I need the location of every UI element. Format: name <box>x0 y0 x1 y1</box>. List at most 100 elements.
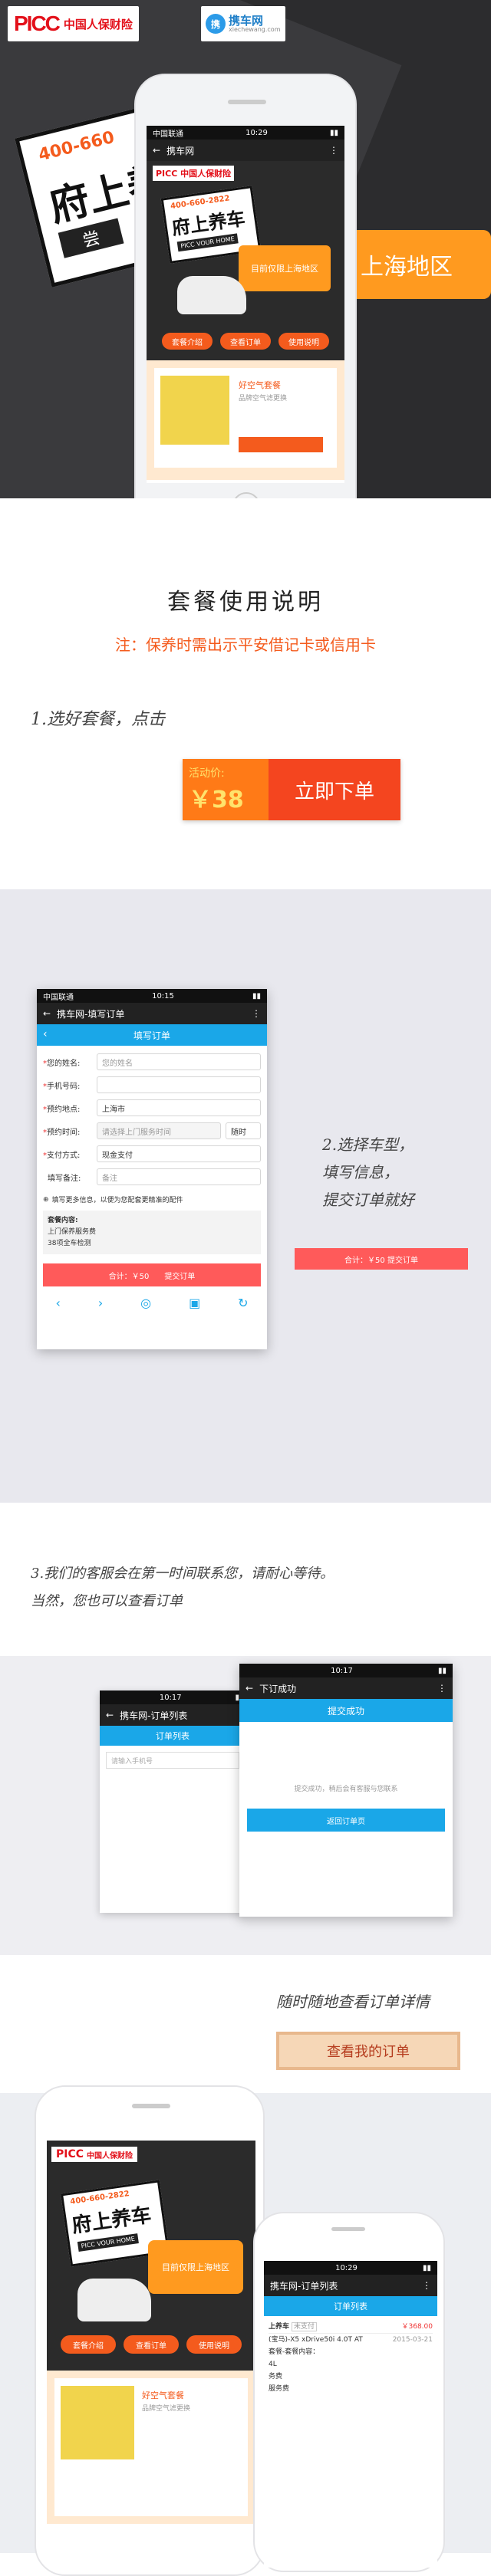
back-to-orders-button[interactable]: 返回订单页 <box>247 1809 445 1832</box>
browser-toolbar: ‹ › ◎ ▣ ↻ <box>37 1296 267 1310</box>
bookmark-icon[interactable]: ▣ <box>189 1296 200 1310</box>
package-contents-line1: 上门保养服务费 <box>48 1228 97 1236</box>
phone-search-input[interactable]: 请输入手机号 <box>106 1752 239 1769</box>
name-input[interactable]: 您的姓名 <box>97 1053 261 1070</box>
step1-order-bar[interactable]: 活动价: ￥38 立即下单 <box>183 759 400 820</box>
order-status-badge: 未支付 <box>291 2322 317 2331</box>
xiecheng-logo-text: 携车网 <box>229 13 264 28</box>
phone-a-title: 府上养车 <box>70 2203 153 2238</box>
phone-a-car-image <box>77 2279 151 2321</box>
nav-bar: ← 携车网 ⋮ <box>147 140 344 161</box>
form-row-location: *预约地点: 上海市 <box>37 1096 267 1119</box>
battery-icon: ▮▮ <box>252 991 261 1001</box>
step3-text: 3.我们的客服会在第一时间联系您，请耐心等待。 当然，您也可以查看订单 <box>31 1560 334 1615</box>
hero-region-text: 上海地区 <box>361 254 453 281</box>
order-price: ￥368.00 <box>401 2323 433 2331</box>
package-card[interactable]: 好空气套餐 品牌空气滤更换 <box>147 360 344 480</box>
nav-title: 下订成功 <box>259 1683 297 1694</box>
view-order-button[interactable]: 查看订单 <box>220 333 271 350</box>
back-chevron-icon[interactable]: ‹ <box>43 1028 48 1040</box>
phone-input[interactable] <box>97 1076 261 1093</box>
form-row-time: *预约时间: 请选择上门服务时间 随时 <box>37 1119 267 1142</box>
back-arrow-icon[interactable]: ← <box>246 1683 253 1694</box>
back-arrow-icon[interactable]: ← <box>43 1008 51 1019</box>
back-arrow-icon[interactable]: ← <box>153 145 160 156</box>
location-input[interactable]: 上海市 <box>97 1099 261 1116</box>
step2-side-text: 2.选择车型， 填写信息， 提交订单就好 <box>322 1131 414 1214</box>
phone-a-region: 目前仅限上海地区 <box>148 2240 243 2294</box>
xiecheng-logo-sub: xiechewang.com <box>229 25 281 33</box>
more-icon[interactable]: ⋮ <box>252 1008 261 1019</box>
note-text: 注：保养时需出示平安借记卡或信用卡 <box>115 636 376 654</box>
step3-text-line2: 当然，您也可以查看订单 <box>31 1593 183 1609</box>
package-title: 好空气套餐 <box>239 380 281 390</box>
phone-a-package-intro-button[interactable]: 套餐介绍 <box>61 2335 116 2354</box>
more-icon[interactable]: ⋮ <box>422 2280 431 2291</box>
submit-order-bar[interactable]: 合计：￥50 提交订单 <box>43 1263 261 1286</box>
phone-a-picc-logo: PICC 中国人保财险 <box>51 2147 138 2162</box>
status-bar: 10:17 ▮ <box>100 1691 246 1704</box>
package-image <box>160 376 229 445</box>
status-time: 10:29 <box>246 128 268 137</box>
time-select[interactable]: 随时 <box>226 1122 261 1139</box>
order-now-button[interactable]: 立即下单 <box>269 759 400 820</box>
form-row-payment: *支付方式: 现金支付 <box>37 1142 267 1165</box>
usage-guide-button[interactable]: 使用说明 <box>278 333 329 350</box>
submit-order-button[interactable]: 提交订单 <box>164 1270 195 1281</box>
battery-icon: ▮▮ <box>329 128 338 137</box>
price-value: ￥38 <box>189 787 244 813</box>
more-icon[interactable]: ⋮ <box>437 1683 447 1694</box>
phone-b-screen: 10:29 ▮▮ 携车网-订单列表 ⋮ 订单列表 上养车 未支付 ￥368.00 … <box>264 2261 437 2568</box>
package-contents-title: 套餐内容: <box>48 1217 78 1224</box>
home-button[interactable] <box>232 492 260 498</box>
phone-a-usage-guide-button[interactable]: 使用说明 <box>186 2335 242 2354</box>
xiecheng-badge-icon: 携 <box>206 14 226 34</box>
order-detail-line3: 务费 <box>269 2373 283 2380</box>
back-arrow-icon[interactable]: ← <box>106 1710 114 1720</box>
battery-icon: ▮▮ <box>437 1666 447 1675</box>
order-list-header: 订单列表 <box>100 1726 246 1746</box>
phone-a-package-image <box>61 2386 134 2459</box>
status-bar: 中国联通 10:15 ▮▮ <box>37 989 267 1003</box>
package-intro-button[interactable]: 套餐介绍 <box>162 333 213 350</box>
nav-bar: ← 携车网-订单列表 <box>100 1704 246 1726</box>
hero-banner: PICC 中国人保财险 携 携车网 xiechewang.com 400-660… <box>0 0 491 498</box>
payment-label: 支付方式: <box>47 1151 81 1160</box>
view-my-orders-button[interactable]: 查看我的订单 <box>276 2032 460 2070</box>
phone-a-package-sub: 品牌空气滤更换 <box>142 2405 191 2413</box>
price-label: 活动价: <box>189 767 225 780</box>
nav-title: 携车网-填写订单 <box>57 1008 125 1020</box>
step1-text: 1.选好套餐，点击 <box>31 710 165 729</box>
phone-a-view-order-button[interactable]: 查看订单 <box>124 2335 179 2354</box>
refresh-icon[interactable]: ↻ <box>238 1296 248 1310</box>
status-bar: 10:17 ▮▮ <box>239 1664 453 1677</box>
package-contents: 套餐内容: 上门保养服务费 38项全车检测 <box>43 1211 261 1254</box>
remark-input[interactable]: 备注 <box>97 1168 261 1185</box>
phone-a-package-card[interactable]: 好空气套餐 品牌空气滤更换 <box>47 2371 255 2524</box>
step3-back-screen: 10:17 ▮ ← 携车网-订单列表 订单列表 请输入手机号 <box>100 1691 246 1913</box>
car-image <box>177 276 246 314</box>
form-row-phone: *手机号码: <box>37 1073 267 1096</box>
more-info-row[interactable]: ⊕ 填写更多信息，以便为您配套更精准的配件 <box>37 1188 267 1211</box>
nav-bar: ← 携车网-填写订单 ⋮ <box>37 1003 267 1024</box>
payment-select[interactable]: 现金支付 <box>97 1145 261 1162</box>
hero-big-price: 400-660 <box>36 127 117 166</box>
phone-speaker <box>228 100 266 104</box>
nav-title: 携车网 <box>166 145 195 156</box>
forward-icon[interactable]: › <box>98 1296 103 1310</box>
phone-speaker <box>132 2104 170 2108</box>
more-icon[interactable]: ⋮ <box>329 145 338 156</box>
package-sub: 品牌空气滤更换 <box>239 395 288 402</box>
time-input[interactable]: 请选择上门服务时间 <box>97 1122 221 1139</box>
name-label: 您的姓名: <box>47 1059 81 1068</box>
order-item[interactable]: 上养车 未支付 ￥368.00 (宝马)-X5 xDrive50i 4.0T A… <box>264 2316 437 2400</box>
nav-bar: 携车网-订单列表 ⋮ <box>264 2275 437 2296</box>
status-bar: 10:29 ▮▮ <box>264 2261 437 2275</box>
plus-circle-icon: ⊕ <box>43 1195 49 1204</box>
home-icon[interactable]: ◎ <box>140 1296 151 1310</box>
status-time: 10:17 <box>159 1693 182 1702</box>
step2-side-submit-bar[interactable]: 合计：￥50 提交订单 <box>295 1248 468 1270</box>
picc-logo: PICC 中国人保财险 <box>8 6 139 41</box>
back-icon[interactable]: ‹ <box>55 1296 60 1310</box>
phone-banner: PICC 中国人保财险 400-660-2822 府上养车 PICC VOUR … <box>147 161 344 322</box>
